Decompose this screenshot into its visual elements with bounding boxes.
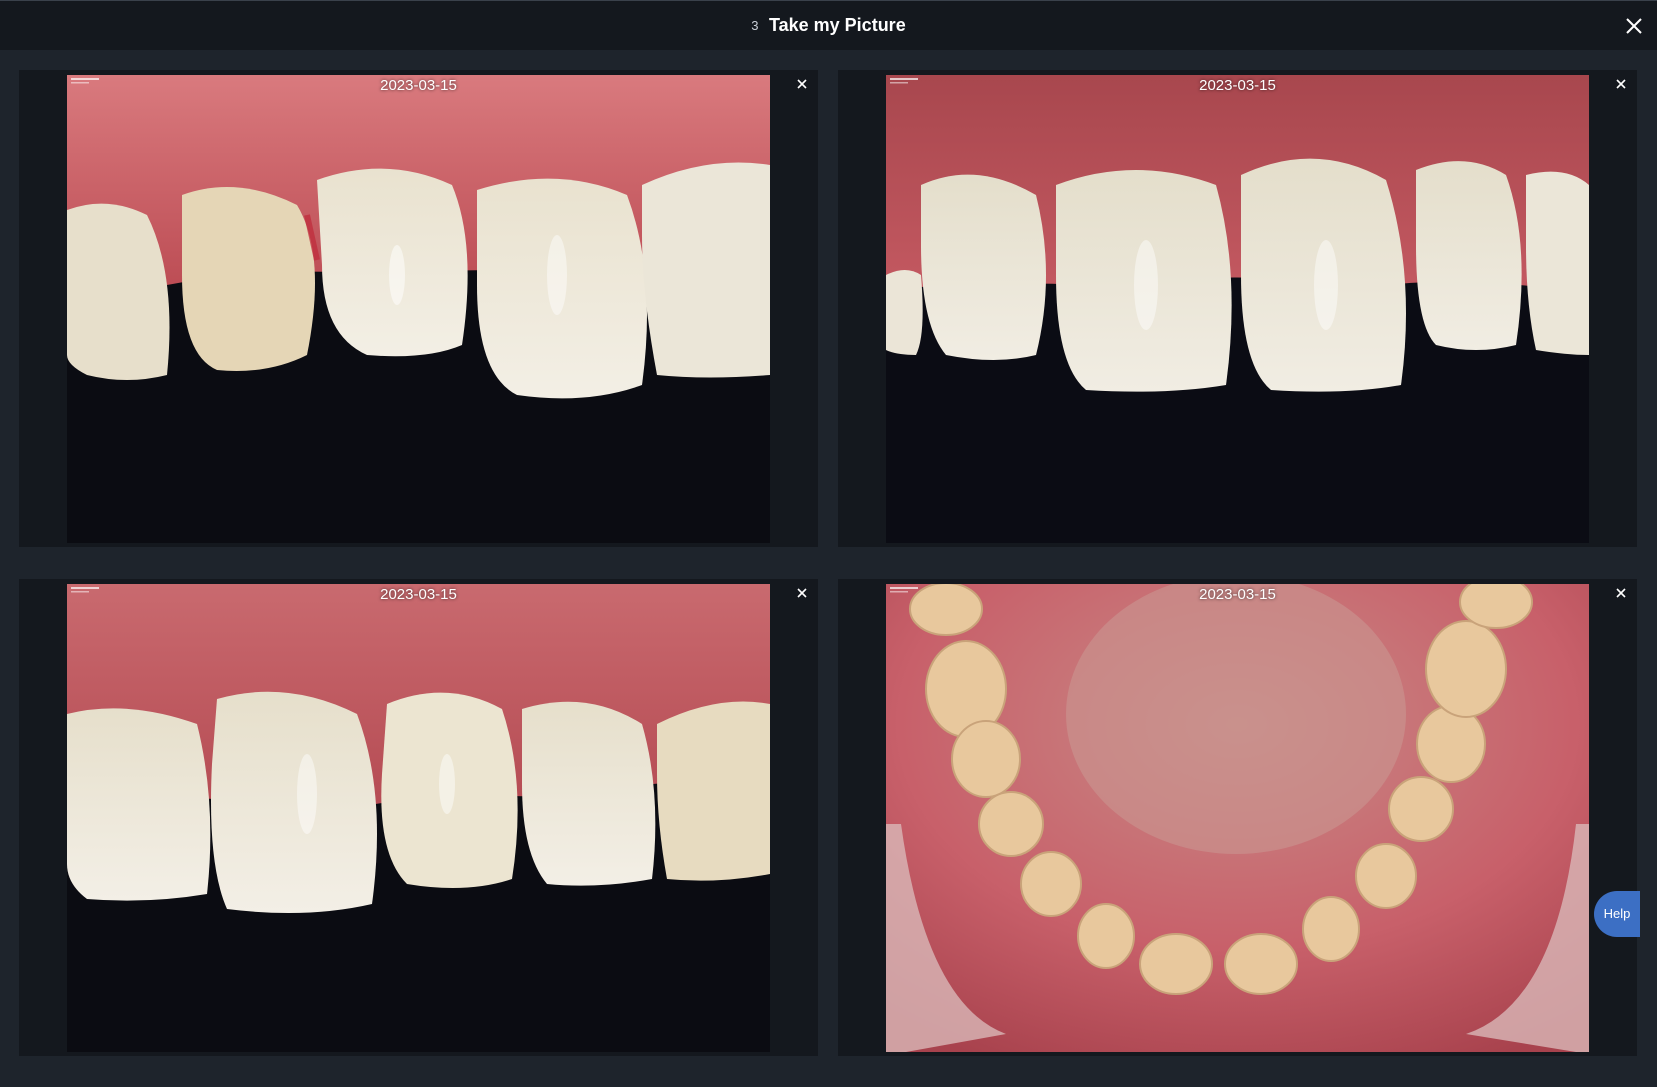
dental-photo[interactable] [67, 584, 770, 1052]
camera-stamp-icon [71, 587, 99, 593]
close-icon[interactable] [1613, 76, 1629, 92]
photo-count: 3 [751, 18, 759, 33]
dental-photo[interactable] [886, 75, 1589, 543]
close-icon[interactable] [794, 585, 810, 601]
camera-stamp-icon [890, 587, 918, 593]
photo-tile[interactable]: 2023-03-15 [19, 70, 818, 547]
modal-header: 3 Take my Picture [0, 0, 1657, 50]
dental-photo[interactable] [67, 75, 770, 543]
photo-tile[interactable]: 2023-03-15 [19, 579, 818, 1056]
help-button[interactable]: Help [1594, 891, 1640, 937]
camera-stamp-icon [890, 78, 918, 84]
modal-title-wrap: 3 Take my Picture [0, 15, 1657, 36]
close-icon[interactable] [794, 76, 810, 92]
modal-title: Take my Picture [768, 15, 906, 35]
dental-photo[interactable] [886, 584, 1589, 1052]
close-icon[interactable] [1613, 585, 1629, 601]
close-icon[interactable] [1621, 13, 1647, 39]
camera-stamp-icon [71, 78, 99, 84]
photo-tile[interactable]: 2023-03-15 [838, 579, 1637, 1056]
photo-tile[interactable]: 2023-03-15 [838, 70, 1637, 547]
